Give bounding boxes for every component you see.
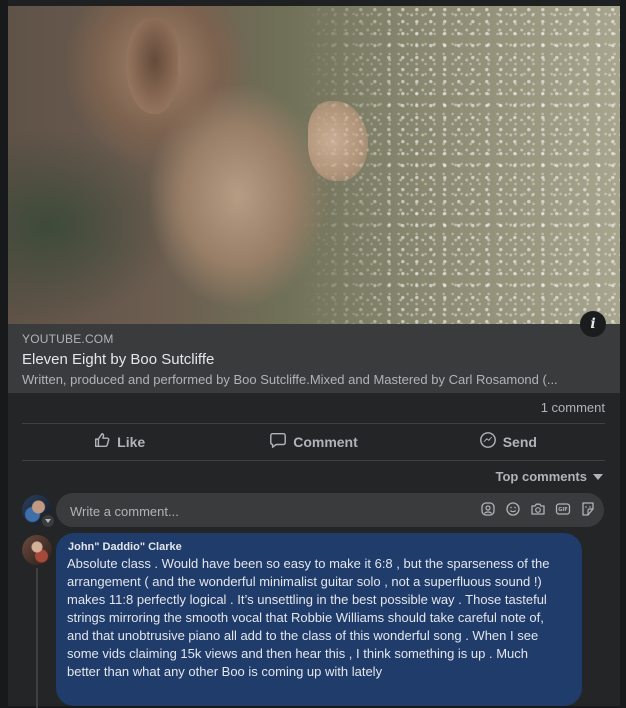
link-preview[interactable]: YOUTUBE.COM Eleven Eight by Boo Sutcliff…	[8, 324, 620, 393]
send-button[interactable]: Send	[411, 424, 605, 459]
thumbs-up-icon	[93, 431, 111, 452]
link-domain: YOUTUBE.COM	[22, 332, 114, 346]
comment-count[interactable]: 1 comment	[541, 400, 605, 415]
action-bar: Like Comment Send	[22, 424, 605, 459]
link-title[interactable]: Eleven Eight by Boo Sutcliffe	[22, 351, 214, 368]
comment-bubble-icon	[269, 431, 287, 452]
comment-composer[interactable]: GIF	[56, 493, 604, 529]
profile-switch-chevron-icon[interactable]	[40, 513, 56, 529]
comment-input[interactable]	[68, 493, 452, 529]
video-thumbnail[interactable]	[8, 6, 620, 324]
composer-icons: GIF	[480, 501, 596, 517]
thumbnail-raindrops	[8, 6, 620, 324]
send-label: Send	[502, 433, 537, 450]
comment-bubble: John" Daddio" Clarke Absolute class . Wo…	[56, 533, 582, 706]
like-label: Like	[117, 433, 146, 450]
sticker-icon[interactable]	[580, 501, 596, 517]
comment-label: Comment	[293, 433, 358, 450]
commenter-avatar[interactable]	[22, 535, 52, 565]
sort-label: Top comments	[495, 469, 588, 484]
post-card: YOUTUBE.COM Eleven Eight by Boo Sutcliff…	[8, 0, 620, 708]
avatar-sticker-icon[interactable]	[480, 501, 496, 517]
comment-author[interactable]: John" Daddio" Clarke	[68, 541, 182, 553]
comment-sort-dropdown[interactable]: Top comments	[495, 469, 603, 484]
comment-text: Absolute class . Would have been so easy…	[67, 556, 550, 679]
messenger-icon	[479, 431, 497, 452]
link-description: Written, produced and performed by Boo S…	[22, 372, 558, 387]
thread-line	[36, 568, 38, 708]
gif-icon[interactable]: GIF	[555, 501, 571, 517]
divider-bottom	[22, 460, 605, 461]
emoji-icon[interactable]	[505, 501, 521, 517]
camera-icon[interactable]	[530, 501, 546, 517]
svg-text:GIF: GIF	[558, 507, 567, 513]
caret-down-icon	[593, 473, 603, 480]
info-icon[interactable]: i	[580, 311, 606, 337]
comment-button[interactable]: Comment	[216, 424, 410, 459]
like-button[interactable]: Like	[22, 424, 216, 459]
